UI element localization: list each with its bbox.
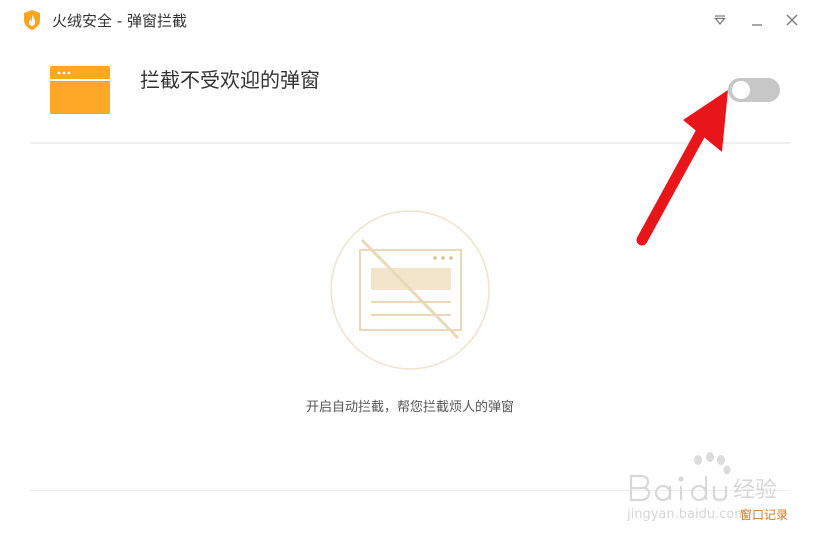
- close-button[interactable]: [780, 8, 804, 32]
- feature-title: 拦截不受欢迎的弹窗: [140, 68, 320, 92]
- minimize-button[interactable]: [745, 8, 769, 32]
- browser-window-icon: [50, 66, 110, 114]
- svg-text:经验: 经验: [733, 478, 777, 503]
- window-title: 火绒安全 - 弹窗拦截: [52, 12, 187, 30]
- empty-state-hint: 开启自动拦截，帮您拦截烦人的弹窗: [305, 400, 514, 415]
- header-divider: [30, 142, 790, 144]
- popup-block-toggle[interactable]: [728, 78, 780, 102]
- flame-shield-icon: [24, 10, 40, 30]
- window-log-link[interactable]: 窗口记录: [740, 506, 788, 523]
- close-icon: [786, 14, 798, 26]
- menu-dropdown-button[interactable]: [708, 8, 732, 32]
- minimize-icon: [752, 24, 762, 26]
- title-bar: 火绒安全 - 弹窗拦截: [0, 0, 820, 40]
- svg-text:jingyan.baidu.com: jingyan.baidu.com: [626, 507, 747, 522]
- dropdown-triangle-icon: [714, 15, 726, 25]
- blocked-popup-icon: [330, 210, 490, 370]
- toggle-knob: [732, 81, 750, 99]
